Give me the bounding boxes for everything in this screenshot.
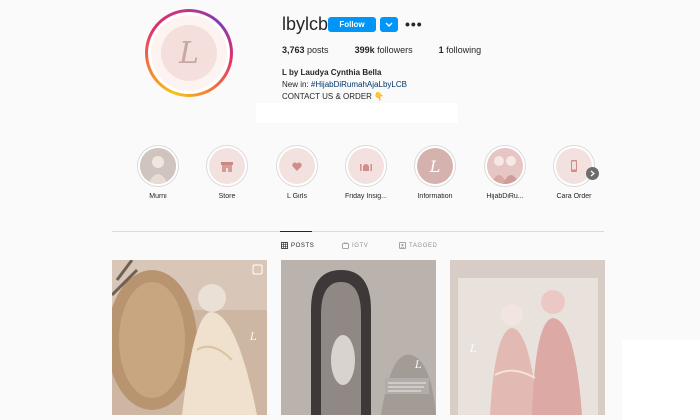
posts-count: 3,763 posts — [282, 45, 329, 55]
post-image: L — [112, 260, 267, 415]
highlight-store[interactable]: Store — [202, 145, 252, 200]
svg-text:L: L — [469, 344, 477, 355]
tab-label: POSTS — [291, 242, 315, 249]
logo-letter: L — [179, 35, 199, 71]
highlight-murni[interactable]: Murni — [133, 145, 183, 200]
post-image: L — [450, 260, 605, 415]
tab-igtv[interactable]: IGTV — [342, 242, 368, 249]
profile-full-name: L by Laudya Cynthia Bella — [282, 68, 382, 77]
igtv-icon — [342, 242, 349, 249]
profile-stats: 3,763 posts 399k followers 1 following — [282, 45, 481, 55]
brand-logo-icon: L — [417, 148, 453, 184]
highlight-label: Store — [218, 193, 236, 200]
grid-icon — [281, 242, 288, 249]
brand-logo-icon: L — [161, 25, 217, 81]
highlight-hijabdirumah[interactable]: HijabDiRu... — [480, 145, 530, 200]
active-tab-indicator — [280, 231, 312, 232]
post-image: L — [281, 260, 436, 415]
chevron-right-icon — [590, 170, 595, 177]
suggested-accounts-button[interactable] — [380, 17, 398, 32]
followers-count[interactable]: 399k followers — [355, 45, 413, 55]
bio-hashtag-link[interactable]: #HijabDiRumahAjaLbyLCB — [311, 80, 407, 89]
tag-icon — [399, 242, 406, 249]
post-thumbnail-2[interactable]: L — [281, 260, 436, 415]
post-thumbnail-3[interactable]: L — [450, 260, 605, 415]
more-options-button[interactable]: ••• — [405, 16, 423, 32]
portrait-photo-icon — [140, 148, 176, 184]
post-thumbnail-1[interactable]: L — [112, 260, 267, 415]
username: lbylcb — [282, 14, 329, 34]
bio-line-1: New in: #HijabDiRumahAjaLbyLCB — [282, 80, 407, 89]
highlight-label: Cara Order — [556, 193, 592, 200]
heart-icon — [279, 148, 315, 184]
tab-label: TAGGED — [409, 242, 438, 249]
store-icon — [209, 148, 245, 184]
bio-line-2: CONTACT US & ORDER 👇 — [282, 92, 385, 101]
highlight-information[interactable]: L Information — [410, 145, 460, 200]
tab-tagged[interactable]: TAGGED — [399, 242, 438, 249]
phone-icon — [556, 148, 592, 184]
avatar-logo: L — [151, 15, 227, 91]
mosque-icon — [348, 148, 384, 184]
avatar-frame: L — [148, 12, 230, 94]
highlight-label: L Girls — [287, 193, 307, 200]
following-count[interactable]: 1 following — [439, 45, 482, 55]
highlight-label: Murni — [149, 193, 167, 200]
tab-posts[interactable]: POSTS — [281, 242, 314, 249]
highlight-friday-insight[interactable]: Friday Insig... — [341, 145, 391, 200]
group-photo-icon — [487, 148, 523, 184]
highlights-next-button[interactable] — [586, 167, 599, 180]
highlight-label: HijabDiRu... — [486, 193, 524, 200]
redacted-link-area — [256, 103, 458, 123]
highlight-l-girls[interactable]: L Girls — [272, 145, 322, 200]
svg-text:L: L — [249, 332, 257, 343]
highlight-label: Information — [417, 193, 453, 200]
blank-area — [622, 340, 700, 420]
svg-text:L: L — [414, 360, 422, 371]
follow-button[interactable]: Follow — [328, 17, 376, 32]
tabs-divider — [112, 231, 604, 232]
highlight-label: Friday Insig... — [344, 193, 387, 200]
tab-label: IGTV — [352, 242, 369, 249]
profile-avatar[interactable]: L — [145, 9, 233, 97]
chevron-down-icon — [385, 22, 393, 27]
